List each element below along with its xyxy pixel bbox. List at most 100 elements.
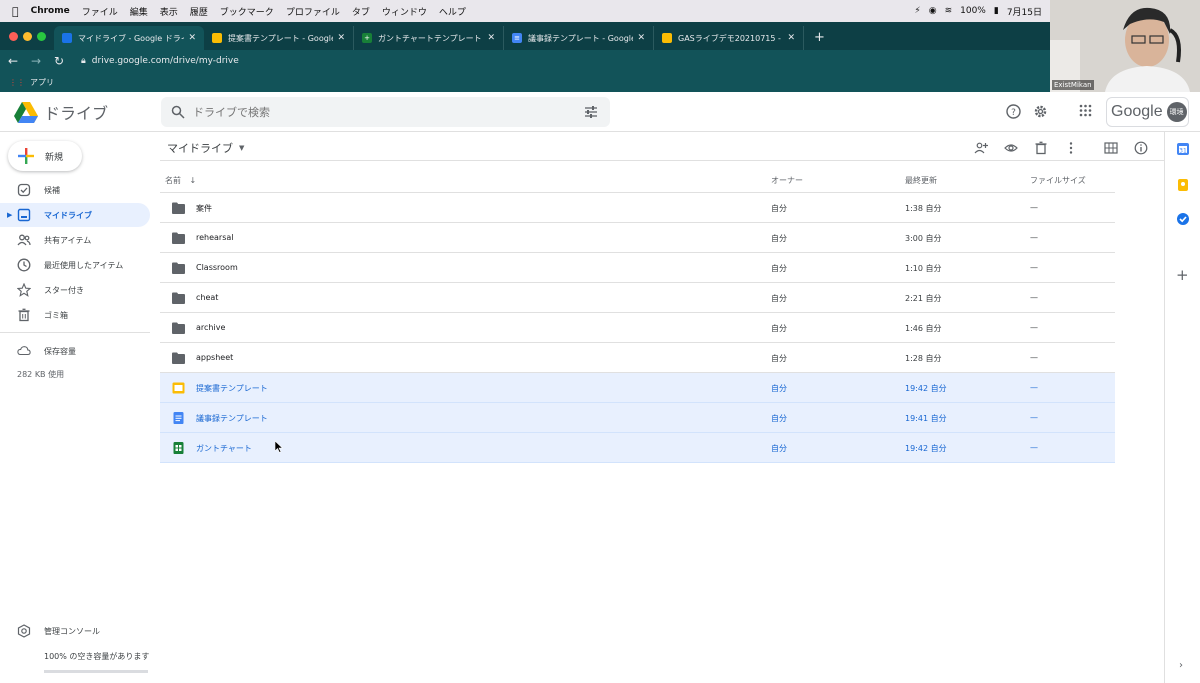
menu-file[interactable]: ファイル bbox=[82, 5, 118, 18]
more-vert-icon[interactable] bbox=[1064, 141, 1078, 155]
calendar-icon[interactable]: 31 bbox=[1176, 142, 1190, 156]
battery-icon[interactable]: ▮ bbox=[994, 6, 999, 16]
folder-icon bbox=[172, 352, 185, 364]
date-text[interactable]: 7月15日 bbox=[1007, 5, 1042, 18]
file-name: cheat bbox=[196, 293, 219, 302]
google-apps-icon[interactable] bbox=[1079, 104, 1092, 117]
sidebar-item-priority[interactable]: 候補 bbox=[0, 178, 150, 202]
sheets-file-icon bbox=[173, 442, 184, 454]
forward-icon[interactable]: → bbox=[26, 54, 46, 68]
share-person-icon[interactable] bbox=[974, 141, 988, 155]
info-icon[interactable] bbox=[1134, 141, 1148, 155]
column-name-header[interactable]: 名前 ↓ bbox=[165, 175, 196, 186]
column-modified-header[interactable]: 最終更新 bbox=[905, 175, 937, 186]
arrow-down-icon[interactable]: ↓ bbox=[190, 176, 197, 185]
menu-edit[interactable]: 編集 bbox=[130, 5, 148, 18]
breadcrumb-my-drive[interactable]: マイドライブ bbox=[167, 140, 233, 156]
wifi-icon[interactable]: ≋ bbox=[945, 6, 953, 16]
apps-grid-icon[interactable]: ⋮⋮ bbox=[9, 78, 25, 87]
search-options-icon[interactable] bbox=[584, 105, 598, 119]
status-circle-icon[interactable]: ◉ bbox=[929, 6, 937, 16]
table-row[interactable]: rehearsal 自分 3:00 自分 — bbox=[160, 223, 1115, 253]
bookmark-apps[interactable]: アプリ bbox=[30, 77, 54, 88]
table-row[interactable]: archive 自分 1:46 自分 — bbox=[160, 313, 1115, 343]
menu-view[interactable]: 表示 bbox=[160, 5, 178, 18]
back-icon[interactable]: ← bbox=[3, 54, 23, 68]
toolbar-divider bbox=[160, 160, 1164, 161]
tab-proposal-template[interactable]: 提案書テンプレート - Google ス ✕ bbox=[204, 26, 354, 50]
table-row[interactable]: ガントチャート 自分 19:42 自分 — bbox=[160, 433, 1115, 463]
close-tab-icon[interactable]: ✕ bbox=[787, 33, 795, 43]
add-addon-icon[interactable]: + bbox=[1176, 266, 1189, 284]
drive-header: ドライブ ? Google 環境 bbox=[0, 92, 1200, 132]
table-row[interactable]: 議事録テンプレート 自分 19:41 自分 — bbox=[160, 403, 1115, 433]
close-window-button[interactable] bbox=[9, 32, 18, 41]
tab-gantt-template[interactable]: + ガントチャートテンプレート - G ✕ bbox=[354, 26, 504, 50]
file-size: — bbox=[1030, 203, 1038, 212]
sidebar-item-label: 管理コンソール bbox=[44, 626, 100, 636]
new-button[interactable]: 新規 bbox=[8, 141, 82, 171]
storage-used-text: 282 KB 使用 bbox=[17, 370, 65, 379]
maximize-window-button[interactable] bbox=[37, 32, 46, 41]
new-tab-button[interactable]: + bbox=[804, 30, 835, 50]
column-size-header[interactable]: ファイルサイズ bbox=[1030, 175, 1086, 186]
table-row[interactable]: Classroom 自分 1:10 自分 — bbox=[160, 253, 1115, 283]
menu-help[interactable]: ヘルプ bbox=[439, 5, 466, 18]
close-tab-icon[interactable]: ✕ bbox=[487, 33, 495, 43]
tab-my-drive[interactable]: マイドライブ - Google ドライブ ✕ bbox=[54, 26, 204, 50]
tab-minutes-template[interactable]: ≡ 議事録テンプレート - Google ド ✕ bbox=[504, 26, 654, 50]
menu-profile[interactable]: プロファイル bbox=[286, 5, 340, 18]
macos-menubar:  Chrome ファイル 編集 表示 履歴 ブックマーク プロファイル タブ … bbox=[0, 0, 1200, 22]
sidebar-item-recent[interactable]: 最近使用したアイテム bbox=[0, 253, 150, 277]
table-row[interactable]: appsheet 自分 1:28 自分 — bbox=[160, 343, 1115, 373]
menu-window[interactable]: ウィンドウ bbox=[382, 5, 427, 18]
minimize-window-button[interactable] bbox=[23, 32, 32, 41]
tasks-icon[interactable] bbox=[1176, 212, 1190, 226]
table-row[interactable]: 提案書テンプレート 自分 19:42 自分 — bbox=[160, 373, 1115, 403]
folder-icon bbox=[172, 232, 185, 244]
participant-name: ExistMikan bbox=[1052, 80, 1094, 90]
chevron-down-icon[interactable]: ▼ bbox=[239, 144, 244, 152]
close-tab-icon[interactable]: ✕ bbox=[337, 33, 345, 43]
file-owner: 自分 bbox=[771, 354, 787, 363]
close-tab-icon[interactable]: ✕ bbox=[637, 33, 645, 43]
sidebar-item-trash[interactable]: ゴミ箱 bbox=[0, 303, 150, 327]
status-bolt-icon[interactable]: ⚡ bbox=[914, 6, 920, 16]
tab-gas-live-demo[interactable]: GASライブデモ20210715 - Goog ✕ bbox=[654, 26, 804, 50]
sidebar-item-starred[interactable]: スター付き bbox=[0, 278, 150, 302]
search-icon[interactable] bbox=[171, 105, 185, 119]
delete-trash-icon[interactable] bbox=[1034, 141, 1048, 155]
menu-history[interactable]: 履歴 bbox=[190, 5, 208, 18]
sidebar-item-my-drive[interactable]: ▶ マイドライブ bbox=[0, 203, 150, 227]
reload-icon[interactable]: ↻ bbox=[49, 54, 69, 68]
menu-tab[interactable]: タブ bbox=[352, 5, 370, 18]
breadcrumb[interactable]: マイドライブ ▼ bbox=[167, 140, 244, 156]
browser-toolbar: ← → ↻ 🔒︎ drive.google.com/drive/my-drive bbox=[0, 50, 1050, 72]
preview-eye-icon[interactable] bbox=[1004, 141, 1018, 155]
apple-icon[interactable]:  bbox=[12, 5, 19, 18]
drive-logo[interactable]: ドライブ bbox=[14, 100, 108, 124]
chevron-right-icon[interactable]: › bbox=[1179, 660, 1183, 671]
grid-view-icon[interactable] bbox=[1104, 141, 1118, 155]
google-account-button[interactable]: Google 環境 bbox=[1106, 97, 1189, 127]
settings-gear-icon[interactable] bbox=[1033, 104, 1048, 119]
google-logo: Google bbox=[1111, 103, 1163, 120]
sidebar-item-shared[interactable]: 共有アイテム bbox=[0, 228, 150, 252]
sidebar-item-storage[interactable]: 保存容量 bbox=[0, 339, 150, 363]
mouse-cursor-icon bbox=[275, 441, 283, 453]
table-row[interactable]: 案件 自分 1:38 自分 — bbox=[160, 193, 1115, 223]
sidebar-divider bbox=[0, 332, 150, 333]
folder-icon bbox=[172, 262, 185, 274]
menu-bookmarks[interactable]: ブックマーク bbox=[220, 5, 274, 18]
help-icon[interactable]: ? bbox=[1006, 104, 1021, 119]
address-bar[interactable]: 🔒︎ drive.google.com/drive/my-drive bbox=[81, 56, 239, 66]
column-owner-header[interactable]: オーナー bbox=[771, 175, 803, 186]
search-input[interactable] bbox=[193, 105, 573, 119]
sidebar-item-admin-console[interactable]: 管理コンソール bbox=[0, 619, 150, 643]
expand-caret-icon[interactable]: ▶ bbox=[7, 211, 12, 219]
close-tab-icon[interactable]: ✕ bbox=[188, 33, 196, 43]
table-row[interactable]: cheat 自分 2:21 自分 — bbox=[160, 283, 1115, 313]
keep-icon[interactable] bbox=[1176, 178, 1190, 192]
search-bar[interactable] bbox=[161, 97, 610, 127]
menu-app-name[interactable]: Chrome bbox=[31, 6, 70, 16]
